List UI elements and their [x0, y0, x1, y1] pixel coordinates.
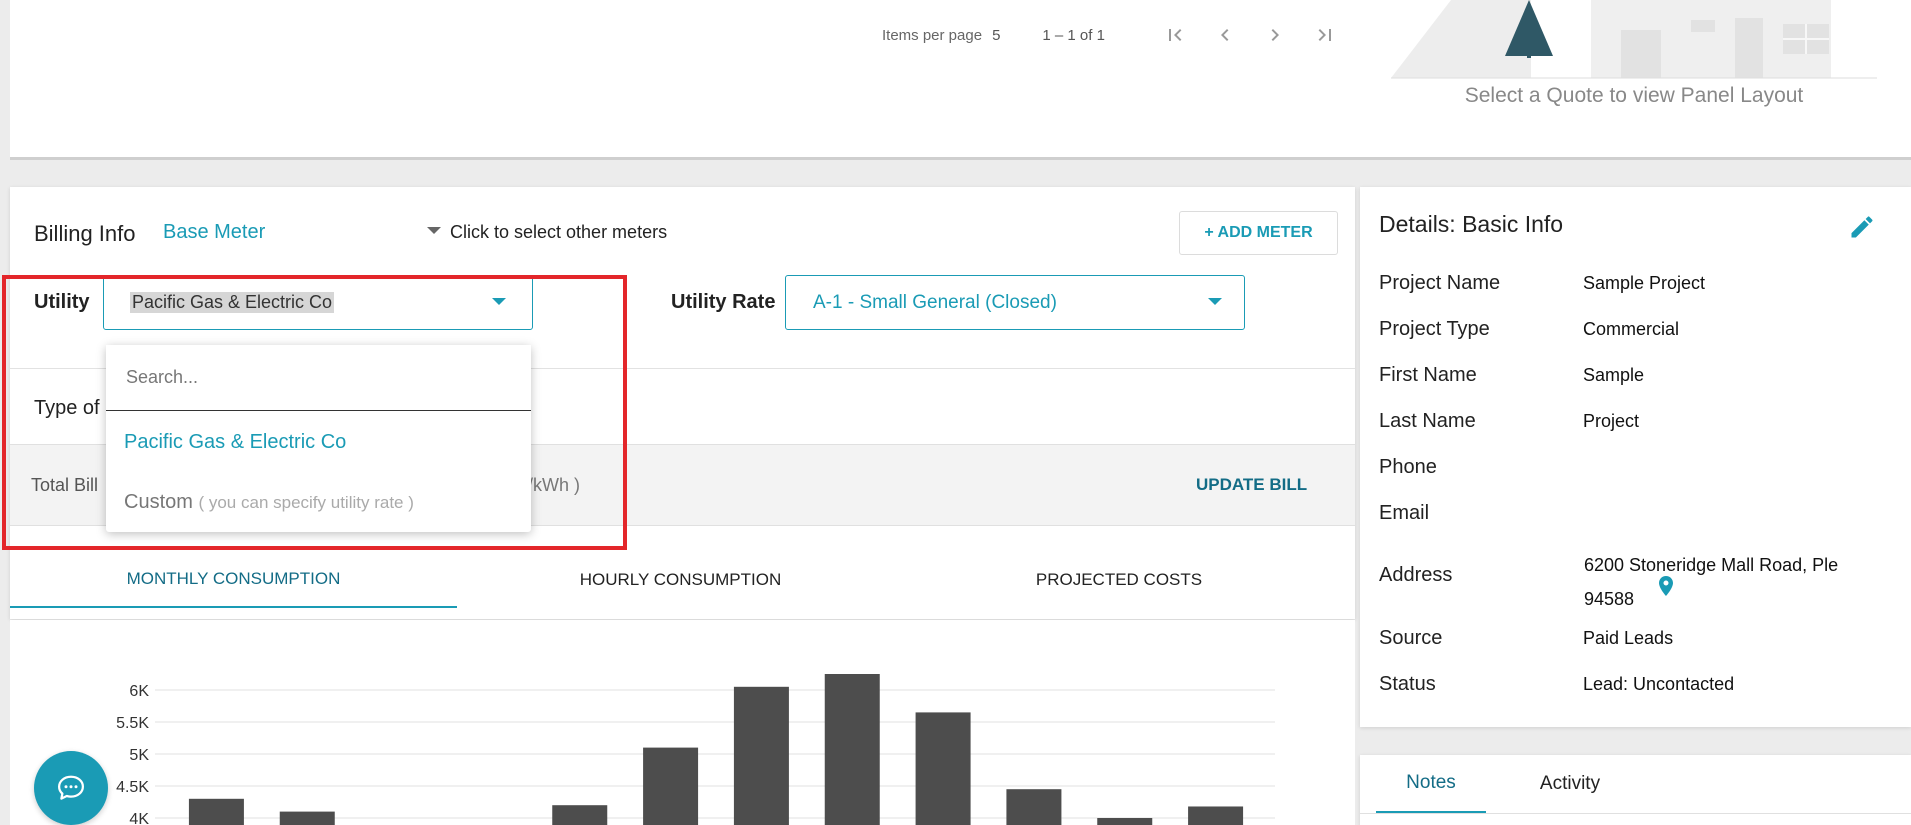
paginator: Items per page 5 1 – 1 of 1: [882, 24, 1345, 46]
detail-row-last-name: Last Name Project: [1379, 410, 1899, 440]
detail-row-phone: Phone: [1379, 456, 1899, 486]
bar[interactable]: [733, 686, 789, 825]
y-tick-label: 6K: [129, 683, 149, 700]
utility-dropdown-panel: Pacific Gas & Electric Co Custom ( you c…: [106, 345, 531, 532]
bar[interactable]: [552, 805, 608, 825]
utility-label: Utility: [34, 291, 90, 313]
detail-row-first-name: First Name Sample: [1379, 364, 1899, 394]
detail-label: Project Type: [1379, 318, 1490, 340]
page-range-label: 1 – 1 of 1: [1042, 26, 1105, 44]
caret-down-icon: [492, 298, 506, 305]
address-line-1: 6200 Stoneridge Mall Road, Ple: [1584, 555, 1839, 575]
divider: [1360, 813, 1911, 814]
details-title: Details: Basic Info: [1379, 211, 1564, 237]
tab-hourly-consumption[interactable]: HOURLY CONSUMPTION: [457, 552, 904, 608]
total-bill-label: Total Bill: [31, 475, 99, 495]
y-tick-label: 4.5K: [116, 779, 149, 796]
update-bill-button[interactable]: UPDATE BILL: [1196, 475, 1307, 495]
detail-label: Project Name: [1379, 272, 1501, 294]
y-tick-label: 5K: [129, 747, 149, 764]
panel-placeholder-illustration: [1391, 0, 1877, 79]
detail-value: Sample: [1583, 365, 1645, 385]
bar[interactable]: [188, 798, 244, 825]
notes-activity-card: Notes Activity: [1360, 755, 1911, 825]
bar-chart: 4K 4.5K 5K 5.5K 6K: [116, 674, 1275, 825]
utility-option-custom-hint: ( you can specify utility rate ): [198, 493, 414, 512]
utility-rate-select[interactable]: A-1 - Small General (Closed): [785, 275, 1245, 330]
utility-option-custom[interactable]: Custom ( you can specify utility rate ): [124, 491, 414, 514]
tab-notes[interactable]: Notes: [1376, 755, 1486, 813]
last-page-button[interactable]: [1305, 21, 1345, 49]
meter-select-hint: Click to select other meters: [450, 222, 668, 242]
detail-value: Paid Leads: [1583, 628, 1674, 648]
detail-label: Last Name: [1379, 410, 1476, 432]
items-per-page-select[interactable]: 5: [992, 27, 1000, 44]
detail-value: Lead: Uncontacted: [1583, 674, 1735, 694]
bar[interactable]: [1006, 789, 1062, 825]
address-value: 6200 Stoneridge Mall Road, Ple 94588: [1584, 548, 1839, 608]
detail-row-email: Email: [1379, 502, 1899, 532]
bar[interactable]: [824, 674, 880, 825]
next-page-button[interactable]: [1255, 21, 1295, 49]
first-page-icon: [1168, 29, 1182, 41]
tab-monthly-consumption[interactable]: MONTHLY CONSUMPTION: [10, 552, 457, 608]
chat-button[interactable]: [34, 751, 108, 825]
address-line-2: 94588: [1584, 589, 1635, 608]
utility-option-custom-label: Custom: [124, 491, 193, 513]
panel-layout-preview: Select a Quote to view Panel Layout: [1391, 0, 1911, 160]
map-pin-icon[interactable]: [1654, 572, 1678, 600]
monthly-consumption-chart: 4K 4.5K 5K 5.5K 6K: [10, 620, 1355, 825]
utility-rate-label: Utility Rate: [671, 291, 776, 313]
utility-select[interactable]: Pacific Gas & Electric Co: [103, 275, 533, 330]
panel-layout-caption: Select a Quote to view Panel Layout: [1464, 84, 1804, 107]
detail-row-source: Source Paid Leads: [1379, 627, 1899, 657]
caret-down-icon: [1208, 298, 1222, 305]
detail-value: Sample Project: [1583, 273, 1706, 293]
bar[interactable]: [279, 811, 335, 825]
add-meter-button[interactable]: + ADD METER: [1179, 211, 1338, 255]
bar[interactable]: [1097, 818, 1153, 825]
detail-label: Email: [1379, 502, 1430, 524]
detail-value: Project: [1583, 411, 1640, 431]
detail-row-project-type: Project Type Commercial: [1379, 318, 1899, 348]
detail-label: Status: [1379, 673, 1436, 695]
chat-bubble-icon: [58, 775, 84, 800]
detail-label: Address: [1379, 564, 1453, 586]
bar[interactable]: [643, 747, 699, 825]
y-tick-label: 5.5K: [116, 715, 149, 732]
pencil-edit-icon[interactable]: [1848, 213, 1876, 241]
tab-activity[interactable]: Activity: [1500, 755, 1640, 813]
detail-row-project-name: Project Name Sample Project: [1379, 272, 1899, 302]
utility-rate-value: A-1 - Small General (Closed): [813, 292, 1057, 313]
utility-search-input[interactable]: [106, 345, 531, 411]
detail-label: Source: [1379, 627, 1443, 649]
detail-label: Phone: [1379, 456, 1437, 478]
first-page-button[interactable]: [1155, 21, 1195, 49]
chevron-left-icon: [1220, 29, 1229, 41]
table-footer-strip: Items per page 5 1 – 1 of 1 Select a Quo…: [10, 0, 1911, 160]
detail-label: First Name: [1379, 364, 1477, 386]
previous-page-button[interactable]: [1205, 21, 1245, 49]
y-tick-label: 4K: [129, 811, 149, 825]
bar[interactable]: [915, 712, 971, 825]
bar[interactable]: [1188, 806, 1244, 825]
meter-select[interactable]: Base Meter: [163, 221, 441, 251]
type-label: Type of: [34, 397, 100, 419]
meter-select-value: Base Meter: [163, 221, 266, 243]
chevron-right-icon: [1271, 29, 1279, 41]
tab-projected-costs[interactable]: PROJECTED COSTS: [904, 552, 1334, 608]
utility-select-value: Pacific Gas & Electric Co: [130, 292, 335, 313]
billing-info-title: Billing Info: [34, 221, 136, 246]
utility-option-pge[interactable]: Pacific Gas & Electric Co: [124, 431, 346, 454]
last-page-icon: [1318, 29, 1331, 41]
details-basic-info-card: Details: Basic Info Project Name Sample …: [1360, 187, 1911, 727]
detail-value: Commercial: [1583, 319, 1680, 339]
consumption-tabs: MONTHLY CONSUMPTION HOURLY CONSUMPTION P…: [10, 552, 1355, 608]
detail-row-status: Status Lead: Uncontacted: [1379, 673, 1899, 703]
caret-down-icon: [427, 227, 441, 234]
items-per-page-label: Items per page: [882, 26, 983, 44]
